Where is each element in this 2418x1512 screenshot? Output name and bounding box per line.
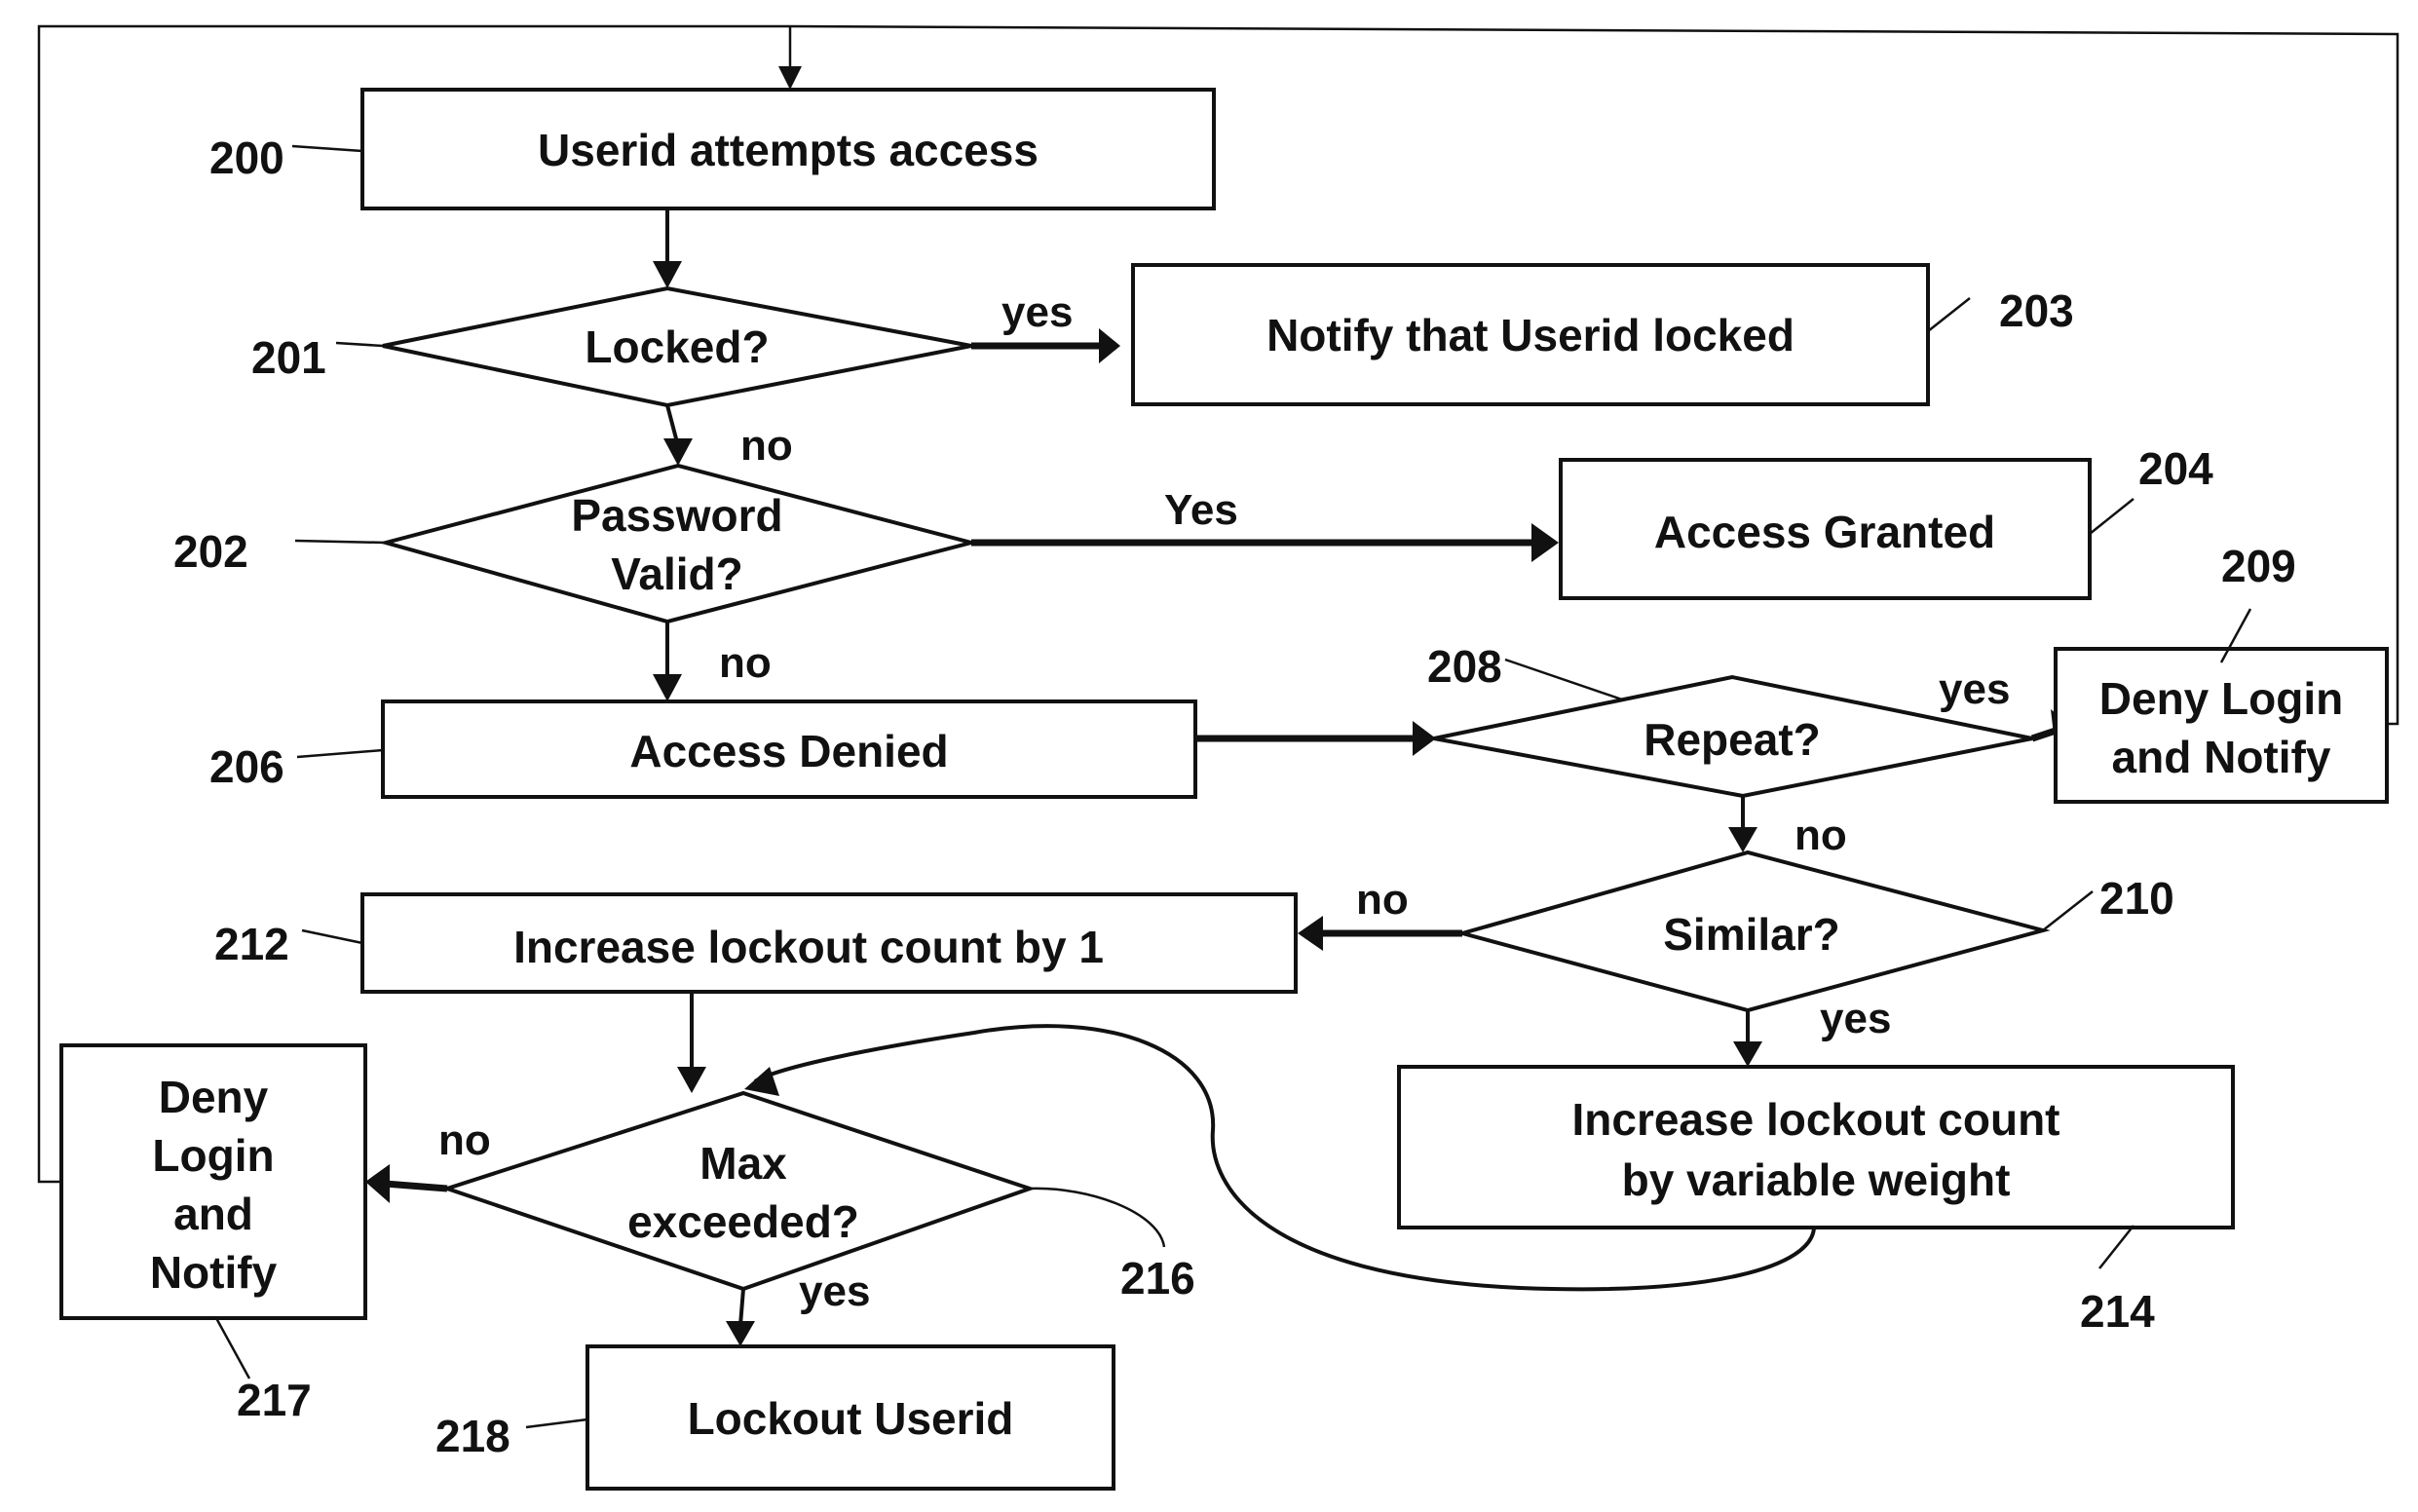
ref-214-leader (2098, 1225, 2135, 1269)
edge-210-no-label: no (1356, 876, 1409, 924)
edge-216-217 (384, 1180, 448, 1192)
arrowhead-into-203 (1099, 328, 1120, 363)
ref-218: 218 (435, 1411, 510, 1461)
ref-202: 202 (173, 526, 248, 577)
arrowhead-into-206 (653, 674, 682, 701)
arrowhead-into-218 (726, 1321, 755, 1346)
arrowhead-into-212 (1298, 916, 1323, 951)
ref-200-leader (291, 144, 363, 153)
ref-208: 208 (1427, 641, 1502, 692)
arrowhead-into-202 (663, 438, 693, 466)
ref-208-leader (1504, 658, 1623, 701)
ref-204: 204 (2138, 443, 2213, 494)
ref-216: 216 (1120, 1253, 1195, 1304)
arrowhead-into-208 (1413, 721, 1436, 756)
node-208-text: Repeat? (1643, 714, 1820, 765)
node-210-text: Similar? (1663, 909, 1840, 960)
node-217-text-line2: Login (152, 1130, 274, 1181)
ref-201: 201 (251, 332, 326, 383)
ref-210: 210 (2099, 873, 2174, 924)
ref-212-leader (301, 928, 363, 945)
ref-203-leader (1927, 297, 1971, 332)
node-217-text-line4: Notify (150, 1247, 278, 1298)
node-209-text-line1: Deny Login (2099, 673, 2343, 724)
ref-217: 217 (237, 1375, 312, 1425)
edge-202-yes-label: Yes (1164, 486, 1238, 534)
ref-216-leader (1029, 1187, 1166, 1248)
arrowhead-into-216-curve (744, 1067, 779, 1096)
node-202-text-line1: Password (571, 490, 782, 541)
edge-216-no-label: no (438, 1116, 491, 1164)
edge-208-209 (2030, 727, 2058, 742)
node-204-text: Access Granted (1654, 507, 1995, 557)
edge-202-no-label: no (719, 639, 772, 687)
ref-206: 206 (209, 741, 284, 792)
arrowhead-into-217 (365, 1164, 390, 1203)
node-203-text: Notify that Userid locked (1266, 310, 1795, 360)
ref-201-leader (335, 341, 384, 348)
node-209-text-line2: and Notify (2112, 732, 2331, 782)
node-218-text: Lockout Userid (688, 1393, 1014, 1444)
node-216-diamond (440, 1090, 1037, 1292)
ref-218-leader (525, 1418, 588, 1429)
node-214-text-line2: by variable weight (1622, 1154, 2011, 1205)
ref-206-leader (296, 748, 384, 759)
edge-216-yes-label: yes (799, 1267, 870, 1315)
ref-209: 209 (2221, 541, 2296, 591)
arrowhead-into-201 (653, 261, 682, 288)
node-217-text-line3: and (173, 1189, 253, 1239)
node-214-text-line1: Increase lockout count (1571, 1094, 2059, 1145)
edge-201-no-label: no (740, 422, 793, 470)
ref-210-leader (2042, 890, 2094, 931)
edge-210-yes-label: yes (1820, 995, 1891, 1042)
node-206-text: Access Denied (629, 726, 948, 776)
arrowhead-into-210 (1728, 827, 1757, 852)
node-201-text: Locked? (585, 321, 769, 372)
ref-200: 200 (209, 132, 284, 183)
node-217-text-line1: Deny (159, 1072, 269, 1122)
ref-203: 203 (1999, 285, 2074, 336)
arrowhead-into-214 (1733, 1041, 1762, 1067)
arrowhead-into-216 (677, 1067, 706, 1093)
node-212-text: Increase lockout count by 1 (513, 922, 1104, 972)
node-200-text: Userid attempts access (538, 125, 1039, 175)
arrowhead-into-204 (1531, 523, 1559, 562)
node-216-text-line1: Max (699, 1138, 787, 1189)
ref-214: 214 (2080, 1286, 2155, 1337)
arrowhead-into-200 (778, 66, 802, 90)
ref-212: 212 (214, 919, 289, 969)
edge-208-yes-label: yes (1939, 665, 2010, 713)
flowchart-canvas: Userid attempts access 200 Locked? 201 y… (37, 24, 2399, 1491)
ref-204-leader (2089, 498, 2135, 535)
edge-201-202 (665, 404, 679, 443)
ref-202-leader (294, 539, 387, 545)
edge-208-no-label: no (1795, 812, 1847, 859)
edge-216-218 (738, 1288, 745, 1326)
node-202-text-line2: Valid? (611, 548, 742, 599)
node-216-text-line2: exceeded? (627, 1196, 859, 1247)
edge-201-yes-label: yes (1001, 288, 1073, 336)
ref-217-leader (214, 1317, 251, 1380)
